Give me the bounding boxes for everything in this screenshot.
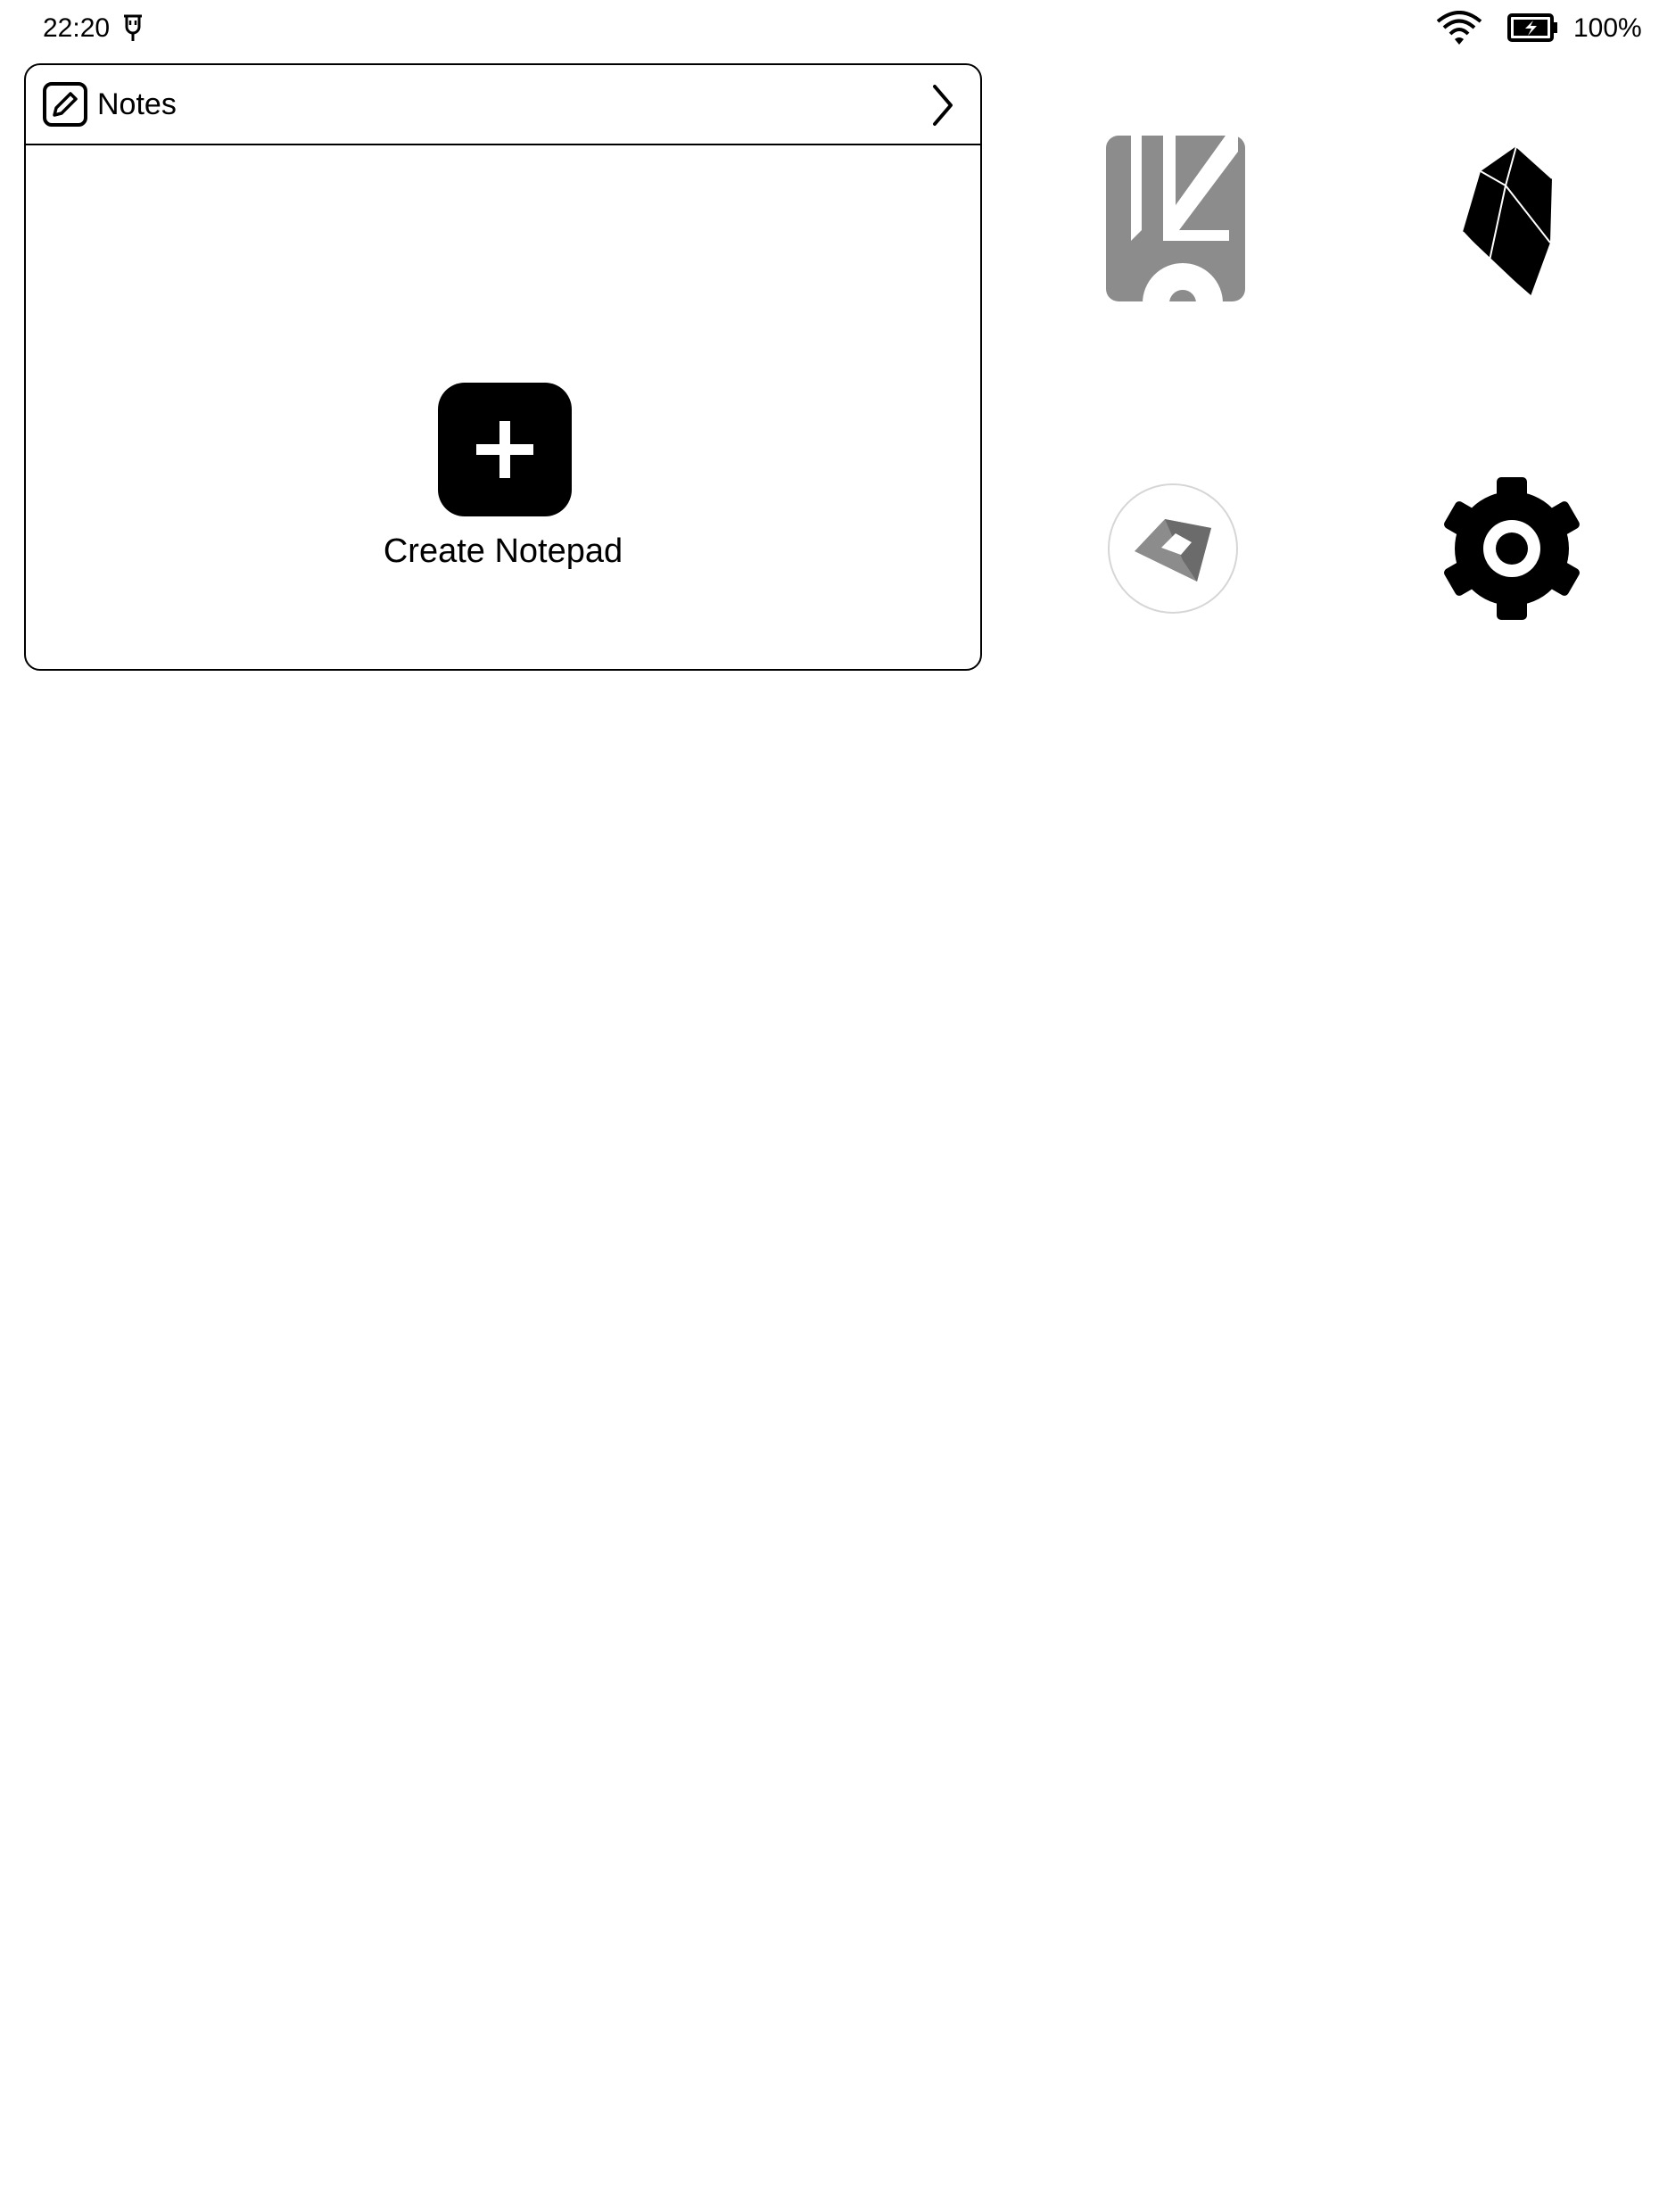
chevron-right-icon[interactable]	[930, 83, 955, 128]
notes-header[interactable]: Notes	[26, 65, 980, 145]
settings-gear-icon[interactable]	[1436, 473, 1588, 624]
gem-app-icon[interactable]	[1106, 482, 1240, 615]
status-bar: 22:20 100%	[0, 0, 1659, 57]
wifi-icon	[1436, 11, 1482, 45]
pencil-square-icon	[43, 82, 87, 127]
usb-icon	[124, 14, 142, 41]
koreader-app-icon[interactable]	[1104, 134, 1247, 303]
battery-percent: 100%	[1573, 13, 1642, 43]
battery-charging-icon	[1507, 13, 1557, 42]
notes-widget: Notes Create Notepad	[24, 63, 982, 671]
obsidian-app-icon[interactable]	[1454, 143, 1561, 299]
notes-title: Notes	[97, 87, 177, 121]
create-notepad-button[interactable]: Create Notepad	[26, 145, 980, 669]
status-time: 22:20	[43, 13, 111, 43]
plus-square-icon[interactable]	[438, 383, 572, 516]
create-notepad-label: Create Notepad	[383, 532, 623, 570]
